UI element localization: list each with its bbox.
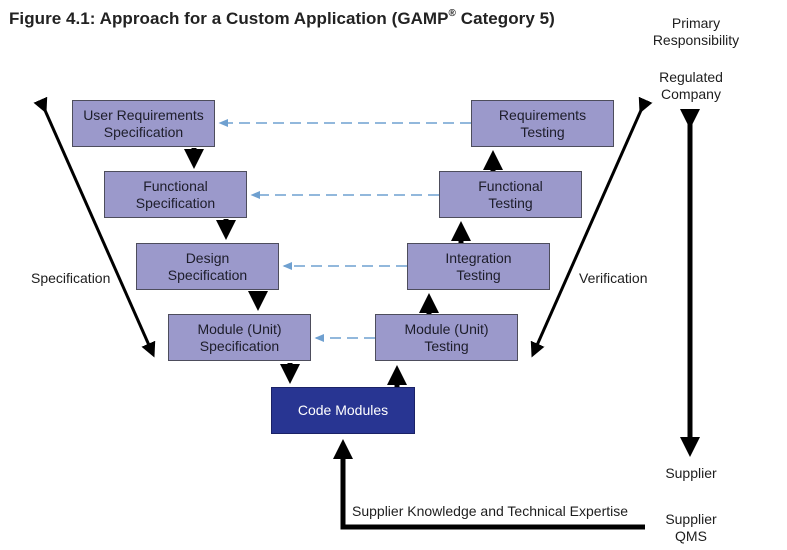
box-label-line: Specification (167, 266, 248, 283)
primary-responsibility-header: Primary Responsibility (640, 15, 752, 49)
box-label-line: Module (Unit) (197, 320, 282, 337)
box-requirements-testing: Requirements Testing (471, 100, 614, 147)
box-module-unit-specification: Module (Unit) Specification (168, 314, 311, 361)
box-label-line: Testing (488, 194, 533, 211)
header-line: Responsibility (652, 32, 740, 48)
box-label-line: Specification (135, 194, 216, 211)
box-functional-testing: Functional Testing (439, 171, 582, 218)
box-label-line: Testing (456, 266, 501, 283)
box-user-requirements-specification: User Requirements Specification (72, 100, 215, 147)
box-label-line: Design (185, 249, 230, 266)
box-label-line: Testing (424, 337, 469, 354)
box-label-line: Functional (143, 177, 208, 194)
box-label-line: Specification (199, 337, 280, 354)
label-line: Supplier (665, 511, 717, 527)
box-label-line: User Requirements (83, 106, 204, 123)
header-line: Primary (671, 15, 721, 31)
supplier-qms-label: Supplier QMS (641, 511, 741, 545)
supplier-knowledge-label: Supplier Knowledge and Technical Experti… (352, 503, 629, 519)
code-modules-label: Code Modules (297, 402, 389, 418)
supplier-label: Supplier (665, 465, 717, 481)
label-line: Regulated (659, 69, 723, 85)
box-functional-specification: Functional Specification (104, 171, 247, 218)
box-label-line: Testing (520, 123, 565, 140)
box-label-line: Module (Unit) (404, 320, 489, 337)
box-integration-testing: Integration Testing (407, 243, 550, 290)
box-design-specification: Design Specification (136, 243, 279, 290)
box-label-line: Functional (478, 177, 543, 194)
box-module-unit-testing: Module (Unit) Testing (375, 314, 518, 361)
box-label-line: Requirements (498, 106, 587, 123)
verification-label: Verification (579, 270, 648, 286)
label-line: Company (661, 86, 721, 102)
box-code-modules: Code Modules (271, 387, 415, 434)
regulated-company-label: Regulated Company (641, 69, 741, 103)
box-label-line: Integration (445, 249, 512, 266)
specification-label: Specification (31, 270, 111, 286)
label-line: QMS (675, 528, 707, 544)
box-label-line: Specification (103, 123, 184, 140)
